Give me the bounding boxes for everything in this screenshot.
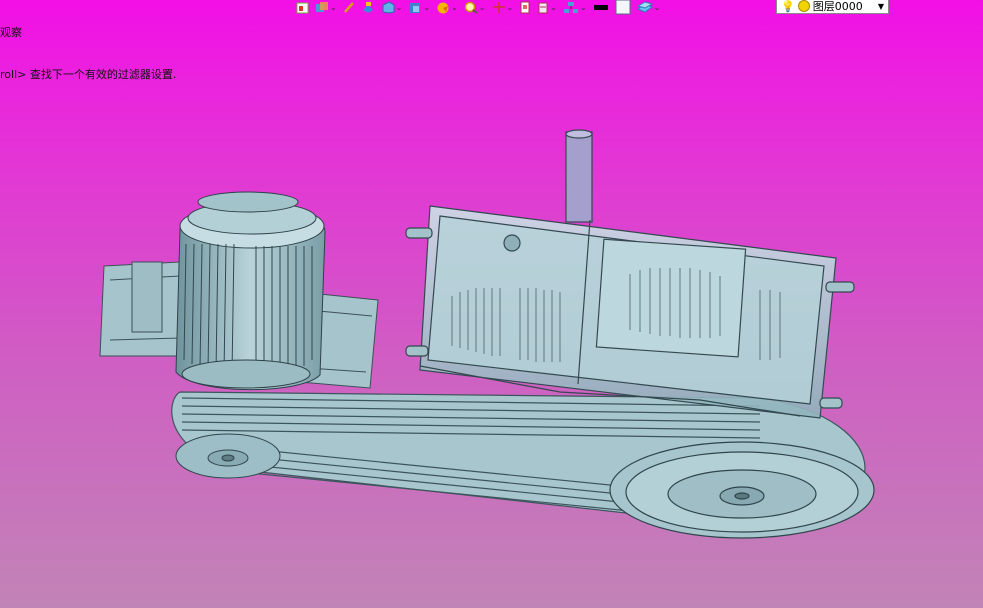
document-icon[interactable]	[519, 1, 531, 15]
chevron-down-icon[interactable]: ⌄	[550, 3, 557, 12]
3d-viewport[interactable]: 观察 roll> 查找下一个有效的过滤器设置. ⌄ ⌄ ⌄ ⌄ ⌄ ⌄ ⌄ ⌄ …	[0, 0, 983, 608]
chevron-down-icon[interactable]: ⌄	[451, 3, 458, 12]
move-icon[interactable]: ⌄	[492, 1, 514, 15]
chevron-down-icon[interactable]: ⌄	[423, 3, 430, 12]
layout-icon[interactable]	[296, 1, 309, 15]
electric-motor	[175, 191, 326, 391]
fill-color-icon[interactable]	[615, 0, 631, 15]
command-line-1: 观察	[0, 26, 22, 39]
chevron-down-icon[interactable]: ⌄	[507, 3, 514, 12]
view-cube-icon[interactable]: ⌄	[315, 1, 337, 15]
gearbox-pulley	[609, 441, 875, 539]
sun-icon[interactable]	[797, 0, 810, 12]
lightbulb-icon[interactable]: 💡	[781, 0, 795, 13]
zoom-icon[interactable]: ⌄	[464, 1, 486, 15]
command-history: 观察 roll> 查找下一个有效的过滤器设置.	[0, 0, 176, 110]
line-color-icon[interactable]	[593, 1, 609, 15]
chevron-down-icon[interactable]: ⌄	[330, 3, 337, 12]
solid-icon[interactable]: ⌄	[408, 1, 430, 15]
render-icon[interactable]: ⌄	[436, 1, 458, 15]
command-line-2: roll> 查找下一个有效的过滤器设置.	[0, 68, 177, 81]
motor-pulley	[175, 433, 281, 479]
layer-name: 图层0000	[812, 0, 863, 13]
layer-dropdown[interactable]: 💡 图层0000 ▼	[776, 0, 889, 14]
pencil-icon[interactable]	[343, 1, 355, 15]
chevron-down-icon[interactable]: ⌄	[479, 3, 486, 12]
chevron-down-icon[interactable]: ⌄	[580, 3, 587, 12]
chevron-down-icon[interactable]: ⌄	[654, 3, 661, 12]
gearbox	[405, 129, 855, 419]
layers-icon[interactable]: ⌄	[537, 1, 557, 15]
dropdown-arrow-icon[interactable]: ▼	[878, 2, 884, 11]
toolbar: ⌄ ⌄ ⌄ ⌄ ⌄ ⌄ ⌄ ⌄ ⌄	[296, 0, 666, 15]
chevron-down-icon[interactable]: ⌄	[396, 3, 403, 12]
material-icon[interactable]: ⌄	[636, 1, 661, 15]
paint-icon[interactable]	[361, 1, 375, 15]
network-icon[interactable]: ⌄	[563, 1, 587, 15]
box-icon[interactable]: ⌄	[381, 1, 403, 15]
